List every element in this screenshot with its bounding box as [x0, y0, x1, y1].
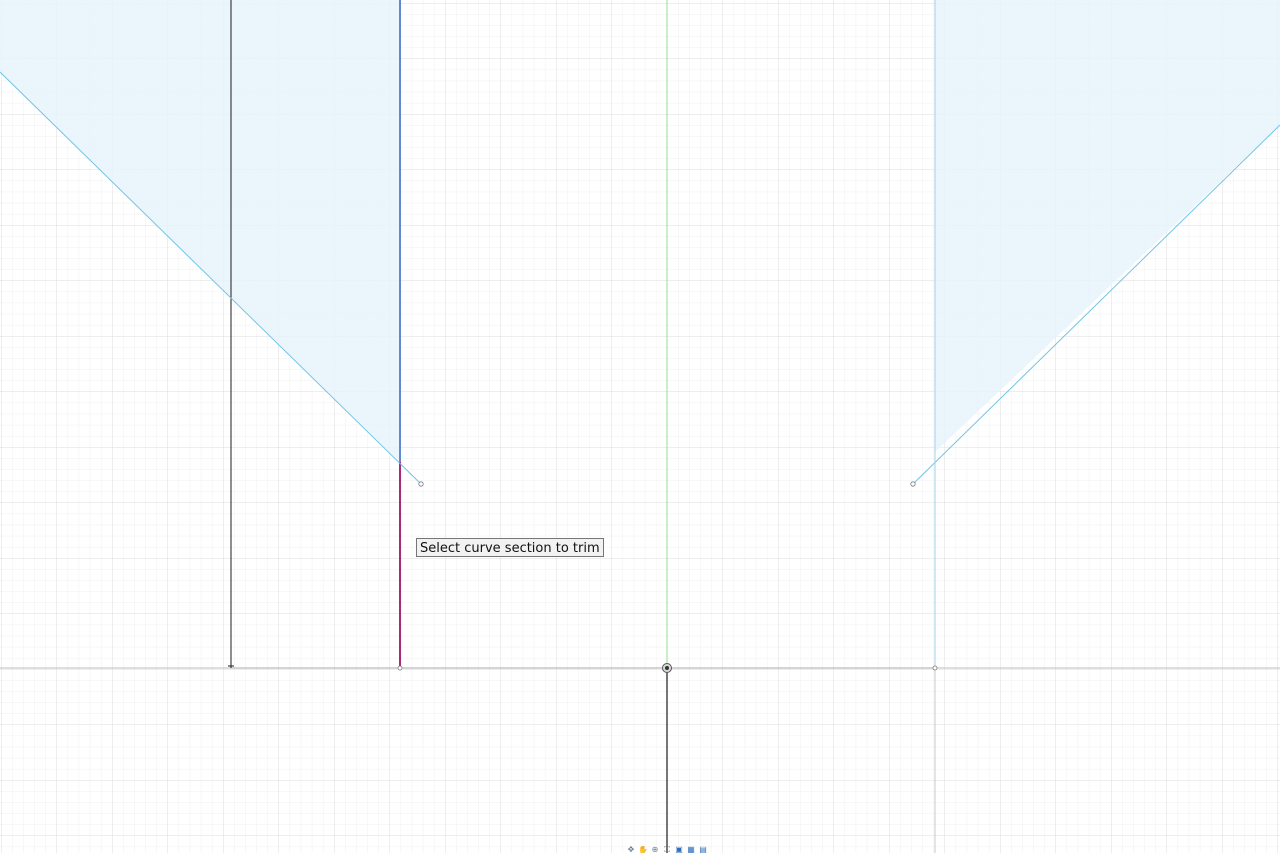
- right-diagonal-endpoint[interactable]: [910, 481, 916, 487]
- viewports-icon[interactable]: ▤: [698, 846, 708, 853]
- grid-settings-icon[interactable]: ▦: [686, 846, 696, 853]
- left-diagonal-endpoint[interactable]: [418, 481, 424, 487]
- display-settings-icon[interactable]: ▣: [674, 846, 684, 853]
- orbit-icon[interactable]: ✥: [626, 846, 636, 853]
- zoom-icon[interactable]: ⊕: [650, 846, 660, 853]
- pan-icon[interactable]: ✋: [638, 846, 648, 853]
- navigation-bar: ✥ ✋ ⊕ ⛶ ▣ ▦ ▤: [626, 846, 748, 853]
- sketch-origin-center: [665, 666, 669, 670]
- trim-tooltip: Select curve section to trim: [416, 538, 604, 557]
- fit-icon[interactable]: ⛶: [662, 846, 672, 853]
- right-line-endpoint[interactable]: [932, 665, 938, 671]
- trim-line-endpoint[interactable]: [397, 665, 403, 671]
- sketch-canvas[interactable]: [0, 0, 1280, 853]
